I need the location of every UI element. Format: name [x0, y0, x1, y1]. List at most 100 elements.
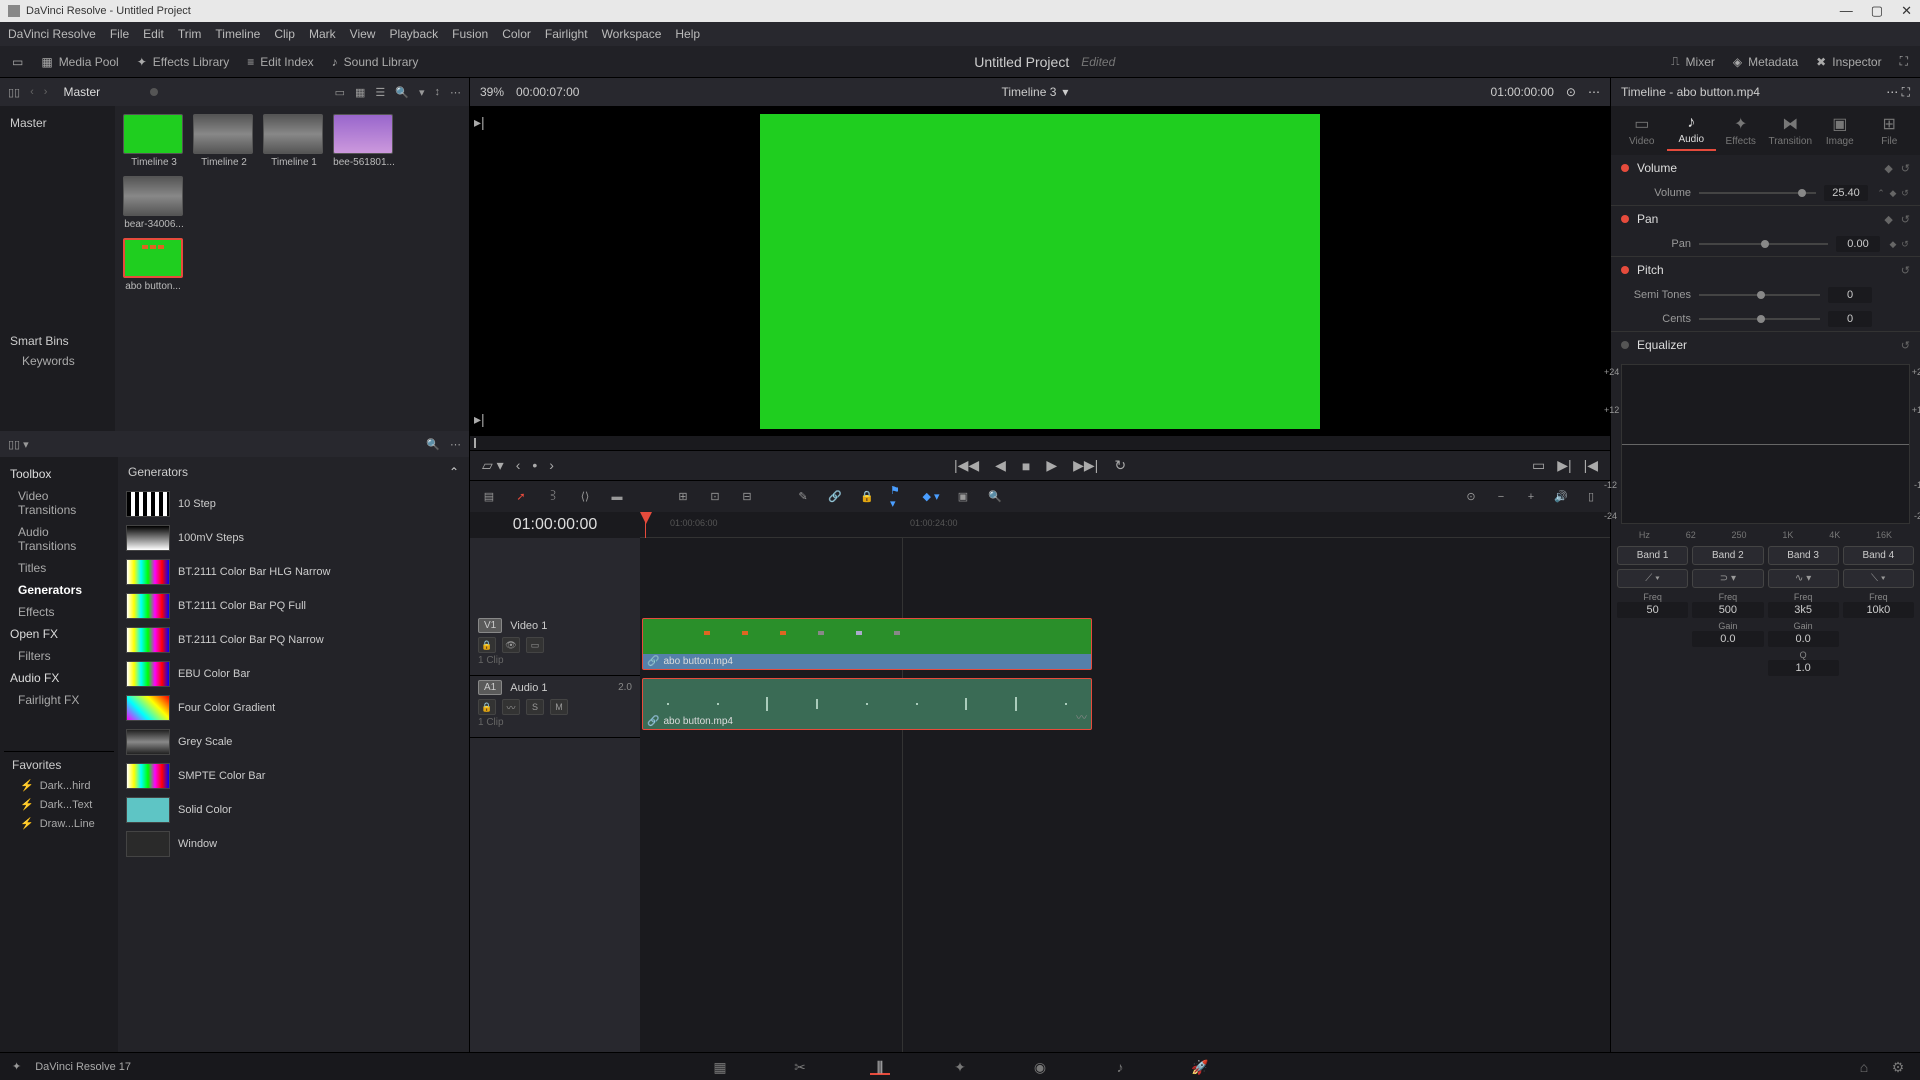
last-frame-button[interactable]: ▶▶| [1073, 457, 1098, 474]
prev-kf-icon[interactable]: ⌃ [1876, 188, 1886, 198]
metadata-toggle[interactable]: ◈Metadata [1733, 55, 1798, 69]
menu-item[interactable]: Help [675, 27, 700, 41]
edit-page[interactable]: ⫼ [870, 1059, 890, 1075]
video-clip[interactable]: 🔗abo button.mp4 [642, 618, 1092, 670]
reset-icon[interactable]: ↺ [1901, 213, 1910, 226]
menu-item[interactable]: Playback [389, 27, 438, 41]
menu-item[interactable]: Edit [143, 27, 164, 41]
generator-item[interactable]: Grey Scale [118, 725, 469, 759]
video-track-header[interactable]: V1Video 1 🔒👁▭ 1 Clip [470, 614, 640, 676]
lock-icon[interactable]: 🔒 [478, 699, 496, 715]
pencil-icon[interactable]: ✎ [794, 489, 812, 505]
mute-button[interactable]: M [550, 699, 568, 715]
waveform-icon[interactable]: 〰 [502, 699, 520, 715]
loop-button[interactable]: ↻ [1114, 457, 1126, 474]
link-icon[interactable]: 🔗 [826, 489, 844, 505]
semitone-slider[interactable] [1699, 294, 1820, 296]
tab-effects[interactable]: ✦Effects [1716, 110, 1766, 151]
trim-tool[interactable]: ⫖ [544, 489, 562, 505]
eye-icon[interactable]: 👁 [502, 637, 520, 653]
pan-value[interactable]: 0.00 [1836, 236, 1880, 252]
fullscreen-icon[interactable]: ⛶ [1900, 54, 1908, 69]
overwrite-clip-icon[interactable]: ⊡ [706, 489, 724, 505]
generator-item[interactable]: BT.2111 Color Bar PQ Narrow [118, 623, 469, 657]
next-clip-icon[interactable]: ▶| [1557, 457, 1571, 474]
band-button[interactable]: Band 1 [1617, 546, 1688, 565]
sound-library-toggle[interactable]: ♪Sound Library [332, 55, 419, 69]
meter-icon[interactable]: ▯ [1582, 489, 1600, 505]
audio-track-header[interactable]: A1Audio 12.0 🔒〰SM 1 Clip [470, 676, 640, 738]
menu-item[interactable]: File [110, 27, 129, 41]
chevron-down-icon[interactable]: ▾ [1062, 85, 1068, 99]
stabilizer-icon[interactable]: ▣ [954, 489, 972, 505]
volume-value[interactable]: 25.40 [1824, 185, 1868, 201]
match-frame-icon[interactable]: ▸| [474, 411, 485, 428]
more-icon[interactable]: ⋯ [1588, 85, 1600, 99]
tab-transition[interactable]: ⧓Transition [1766, 110, 1816, 151]
color-page[interactable]: ◉ [1030, 1059, 1050, 1075]
tab-image[interactable]: ▣Image [1815, 110, 1865, 151]
enable-dot[interactable] [1621, 215, 1629, 223]
prev-edit-icon[interactable]: ‹ [516, 457, 521, 474]
volume-slider[interactable] [1699, 192, 1816, 194]
fusion-page[interactable]: ✦ [950, 1059, 970, 1075]
q-value[interactable]: 1.0 [1768, 660, 1839, 676]
gain-value[interactable]: 0.0 [1692, 631, 1763, 647]
playhead[interactable] [640, 512, 652, 524]
audio-clip[interactable]: 🔗abo button.mp4 〰 [642, 678, 1092, 730]
zoom-level[interactable]: 39% [480, 85, 504, 99]
menu-item[interactable]: Color [502, 27, 531, 41]
timeline-tracks[interactable]: 🔗abo button.mp4 🔗abo button.mp4 〰 [640, 538, 1610, 1078]
reset-icon[interactable]: ↺ [1901, 162, 1910, 175]
cents-slider[interactable] [1699, 318, 1820, 320]
enable-dot[interactable] [1621, 341, 1629, 349]
view-list-icon[interactable]: ☰ [375, 86, 385, 99]
menu-item[interactable]: Clip [274, 27, 295, 41]
view-grid-icon[interactable]: ▦ [355, 86, 365, 99]
band-shape-select[interactable]: ⊃ ▾ [1692, 569, 1763, 588]
layout-icon[interactable]: ▭ [12, 55, 23, 69]
maximize-button[interactable]: ▢ [1871, 3, 1883, 19]
prev-frame-button[interactable]: ◀ [995, 457, 1006, 474]
bin-tree-root[interactable]: Master [10, 112, 105, 134]
fx-tree-item[interactable]: Audio FX [4, 667, 114, 689]
lock-icon[interactable]: 🔒 [858, 489, 876, 505]
favorite-item[interactable]: ⚡Dark...Text [12, 795, 106, 814]
fx-tree-item[interactable]: Generators [4, 579, 114, 601]
collapse-icon[interactable]: ⌃ [449, 465, 459, 479]
zoom-out-icon[interactable]: − [1492, 489, 1510, 505]
menu-item[interactable]: Trim [178, 27, 202, 41]
media-thumb[interactable]: bee-561801... [333, 114, 395, 168]
more-icon[interactable]: ⋯ [450, 438, 461, 451]
menu-item[interactable]: Fairlight [545, 27, 588, 41]
generator-item[interactable]: Window [118, 827, 469, 861]
transform-icon[interactable]: ▱ ▾ [482, 457, 504, 474]
enable-dot[interactable] [1621, 164, 1629, 172]
media-thumb[interactable]: Timeline 2 [193, 114, 255, 168]
keywords-bin[interactable]: Keywords [10, 354, 105, 368]
search-icon[interactable]: 🔍 [986, 489, 1004, 505]
media-thumb[interactable]: Timeline 3 [123, 114, 185, 168]
next-icon[interactable]: › [44, 86, 48, 98]
play-button[interactable]: ▶ [1046, 457, 1057, 474]
settings-icon[interactable]: ⚙ [1888, 1059, 1908, 1075]
generator-item[interactable]: BT.2111 Color Bar HLG Narrow [118, 555, 469, 589]
media-thumb[interactable]: abo button... [123, 238, 461, 292]
mixer-toggle[interactable]: ⎍Mixer [1671, 54, 1715, 69]
band-button[interactable]: Band 4 [1843, 546, 1914, 565]
menu-item[interactable]: Fusion [452, 27, 488, 41]
semitone-value[interactable]: 0 [1828, 287, 1872, 303]
freq-value[interactable]: 10k0 [1843, 602, 1914, 618]
freq-value[interactable]: 500 [1692, 602, 1763, 618]
sort-icon[interactable]: ↕ [435, 86, 441, 98]
favorite-item[interactable]: ⚡Draw...Line [12, 814, 106, 833]
reset-icon[interactable]: ↺ [1900, 239, 1910, 249]
reset-icon[interactable]: ↺ [1900, 188, 1910, 198]
take-selector-icon[interactable]: ▭ [1532, 457, 1545, 474]
replace-clip-icon[interactable]: ⊟ [738, 489, 756, 505]
sidebar-toggle-icon[interactable]: ▯▯ ▾ [8, 438, 29, 451]
reset-icon[interactable]: ↺ [1901, 264, 1910, 277]
selection-tool[interactable]: ➚ [512, 489, 530, 505]
scrubber[interactable] [470, 436, 1610, 450]
fx-tree-item[interactable]: Toolbox [4, 463, 114, 485]
